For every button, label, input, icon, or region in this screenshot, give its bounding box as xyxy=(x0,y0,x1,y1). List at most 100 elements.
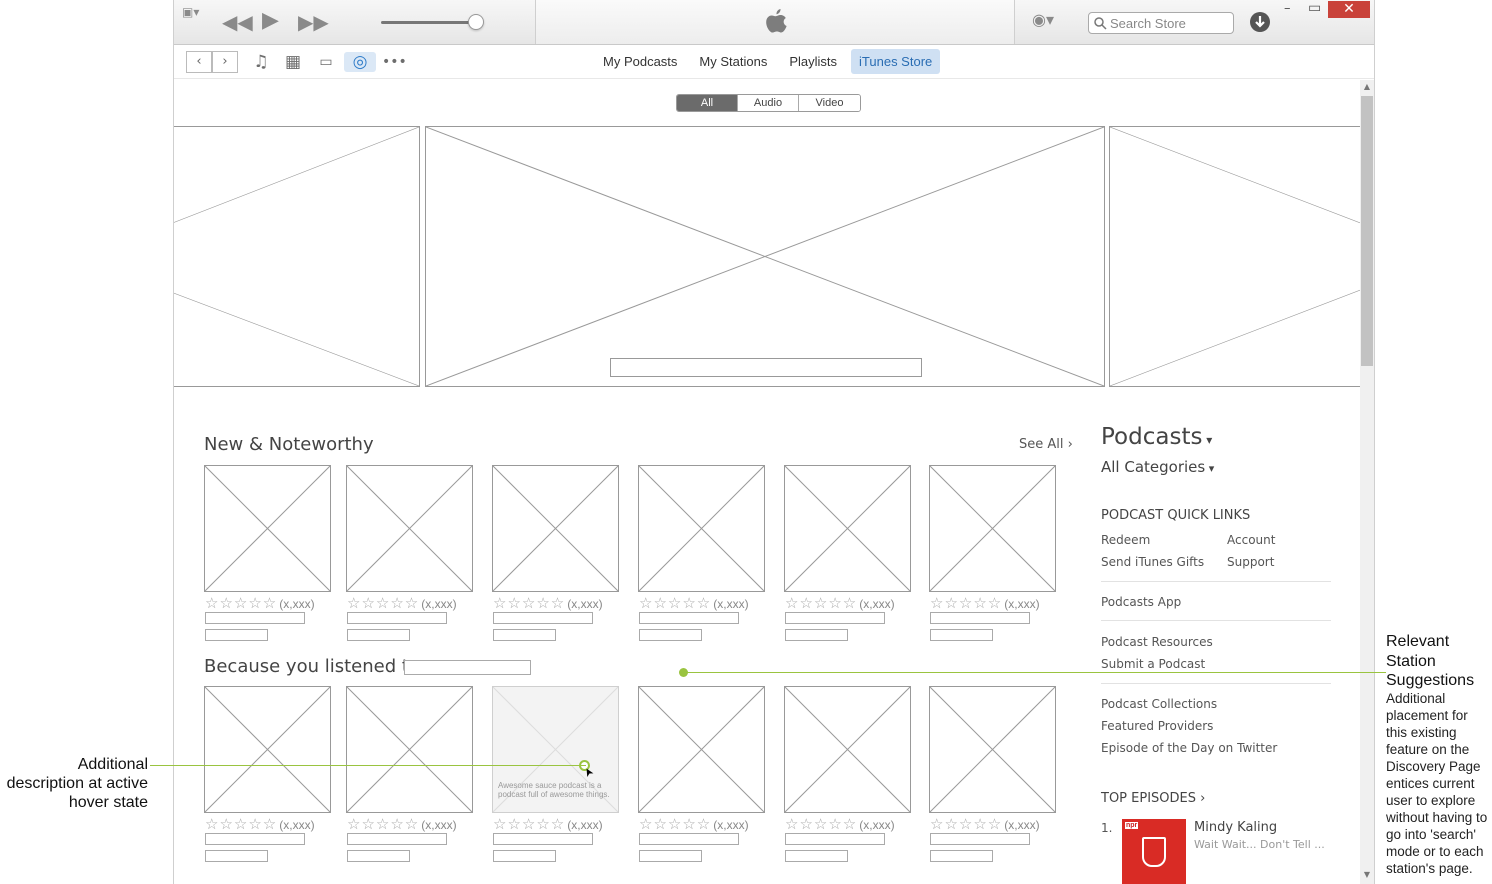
movies-icon[interactable]: ▦ xyxy=(282,52,304,72)
podcasts-dropdown[interactable]: Podcasts ▾ xyxy=(1101,424,1212,450)
podcast-tile[interactable] xyxy=(204,465,331,592)
filter-all[interactable]: All xyxy=(677,95,738,111)
episode-artwork[interactable]: npr xyxy=(1122,819,1186,884)
tab-playlists[interactable]: Playlists xyxy=(781,49,845,74)
title-placeholder xyxy=(493,833,593,845)
podcast-tile[interactable] xyxy=(784,686,911,813)
star-rating: ☆☆☆☆☆ (x,xxx) xyxy=(493,815,603,833)
podcast-tile[interactable] xyxy=(638,686,765,813)
episode-of-day-link[interactable]: Episode of the Day on Twitter xyxy=(1101,741,1277,755)
scroll-up-icon[interactable]: ▲ xyxy=(1360,80,1374,94)
annotation-dot xyxy=(679,668,688,677)
star-rating: ☆☆☆☆☆ (x,xxx) xyxy=(205,815,315,833)
podcast-collections-link[interactable]: Podcast Collections xyxy=(1101,697,1217,711)
vertical-scrollbar[interactable]: ▲ ▼ xyxy=(1360,80,1374,884)
forward-button[interactable]: › xyxy=(212,51,238,73)
because-you-listened-heading: Because you listened to xyxy=(204,656,420,677)
rating-count: (x,xxx) xyxy=(421,818,457,832)
account-icon[interactable]: ◉▾ xyxy=(1032,12,1054,28)
podcast-tile[interactable] xyxy=(492,465,619,592)
podcasts-app-link[interactable]: Podcasts App xyxy=(1101,595,1181,609)
see-all-label: See All xyxy=(1019,437,1064,452)
rating-count: (x,xxx) xyxy=(1004,597,1040,611)
banner-left-placeholder[interactable] xyxy=(174,126,420,387)
music-icon[interactable]: ♫ xyxy=(250,52,272,72)
volume-slider-knob[interactable] xyxy=(468,14,484,30)
filter-video[interactable]: Video xyxy=(799,95,860,111)
podcast-tile-hover[interactable]: Awesome sauce podcast is a podcast full … xyxy=(492,686,619,813)
title-placeholder xyxy=(205,612,305,624)
back-button[interactable]: ‹ xyxy=(186,51,212,73)
top-episodes-heading[interactable]: TOP EPISODES › xyxy=(1101,791,1205,806)
podcast-tile[interactable] xyxy=(929,686,1056,813)
episode-title[interactable]: Mindy Kaling xyxy=(1194,820,1277,835)
title-placeholder xyxy=(493,612,593,624)
rating-count: (x,xxx) xyxy=(1004,818,1040,832)
featured-providers-link[interactable]: Featured Providers xyxy=(1101,719,1213,733)
podcast-tile[interactable] xyxy=(204,686,331,813)
filter-audio[interactable]: Audio xyxy=(738,95,799,111)
subtitle-placeholder xyxy=(639,850,702,862)
podcast-tile[interactable] xyxy=(346,686,473,813)
account-link[interactable]: Account xyxy=(1227,533,1275,547)
more-icon[interactable]: ••• xyxy=(382,52,407,72)
subtitle-placeholder xyxy=(785,850,848,862)
sidebar-menu-icon[interactable]: ▣▾ xyxy=(182,6,199,18)
categories-dropdown[interactable]: All Categories ▾ xyxy=(1101,458,1214,476)
search-icon xyxy=(1094,17,1107,30)
tab-my-podcasts[interactable]: My Podcasts xyxy=(595,49,685,74)
podcast-tile[interactable] xyxy=(638,465,765,592)
podcast-resources-link[interactable]: Podcast Resources xyxy=(1101,635,1213,649)
image-placeholder xyxy=(639,687,764,812)
player-toolbar: ▣▾ ◀◀ ▶ ▶▶ ◉▾ – ▭ ✕ xyxy=(174,0,1374,45)
podcasts-icon[interactable]: ◎ xyxy=(344,52,376,72)
podcast-tile[interactable] xyxy=(346,465,473,592)
downloads-icon[interactable] xyxy=(1249,11,1271,33)
redeem-link[interactable]: Redeem xyxy=(1101,533,1150,547)
support-link[interactable]: Support xyxy=(1227,555,1274,569)
banner-main-placeholder[interactable] xyxy=(425,126,1105,387)
divider xyxy=(1101,683,1331,684)
rewind-icon[interactable]: ◀◀ xyxy=(222,12,253,32)
image-placeholder xyxy=(785,466,910,591)
fast-forward-icon[interactable]: ▶▶ xyxy=(298,12,329,32)
scroll-thumb[interactable] xyxy=(1361,96,1373,366)
title-placeholder xyxy=(930,833,1030,845)
subtitle-placeholder xyxy=(347,850,410,862)
search-input[interactable] xyxy=(1110,15,1230,31)
minimize-icon[interactable]: – xyxy=(1284,2,1291,15)
tv-icon[interactable]: ▭ xyxy=(315,52,337,72)
annotation-station-suggestions-title: Relevant Station Suggestions xyxy=(1386,633,1475,689)
search-store-field[interactable] xyxy=(1088,12,1234,34)
see-all-link[interactable]: See All › xyxy=(1019,437,1073,452)
image-placeholder xyxy=(347,466,472,591)
tab-my-stations[interactable]: My Stations xyxy=(691,49,775,74)
image-placeholder xyxy=(205,466,330,591)
title-placeholder xyxy=(347,833,447,845)
apple-logo-icon xyxy=(766,9,787,33)
annotation-hover-description: Additional description at active hover s… xyxy=(6,756,148,811)
image-placeholder xyxy=(930,466,1055,591)
volume-slider[interactable] xyxy=(381,21,477,24)
rating-count: (x,xxx) xyxy=(713,818,749,832)
subtitle-placeholder xyxy=(930,850,993,862)
quick-links-heading: PODCAST QUICK LINKS xyxy=(1101,508,1251,523)
submit-podcast-link[interactable]: Submit a Podcast xyxy=(1101,657,1205,671)
chevron-down-icon: ▾ xyxy=(1202,433,1213,447)
station-name-placeholder xyxy=(404,660,531,675)
cup-icon xyxy=(1142,837,1166,867)
star-rating: ☆☆☆☆☆ (x,xxx) xyxy=(785,815,895,833)
subtitle-placeholder xyxy=(493,850,556,862)
scroll-down-icon[interactable]: ▼ xyxy=(1360,868,1374,882)
npr-logo: npr xyxy=(1125,822,1139,829)
maximize-icon[interactable]: ▭ xyxy=(1308,1,1321,15)
podcast-tile[interactable] xyxy=(784,465,911,592)
banner-right-placeholder[interactable] xyxy=(1109,126,1361,387)
play-icon[interactable]: ▶ xyxy=(262,10,279,32)
podcast-tile[interactable] xyxy=(929,465,1056,592)
title-placeholder xyxy=(639,833,739,845)
tab-itunes-store[interactable]: iTunes Store xyxy=(851,49,941,74)
close-window-button[interactable]: ✕ xyxy=(1328,1,1370,18)
annotation-line-left xyxy=(150,765,586,766)
send-gifts-link[interactable]: Send iTunes Gifts xyxy=(1101,555,1204,569)
